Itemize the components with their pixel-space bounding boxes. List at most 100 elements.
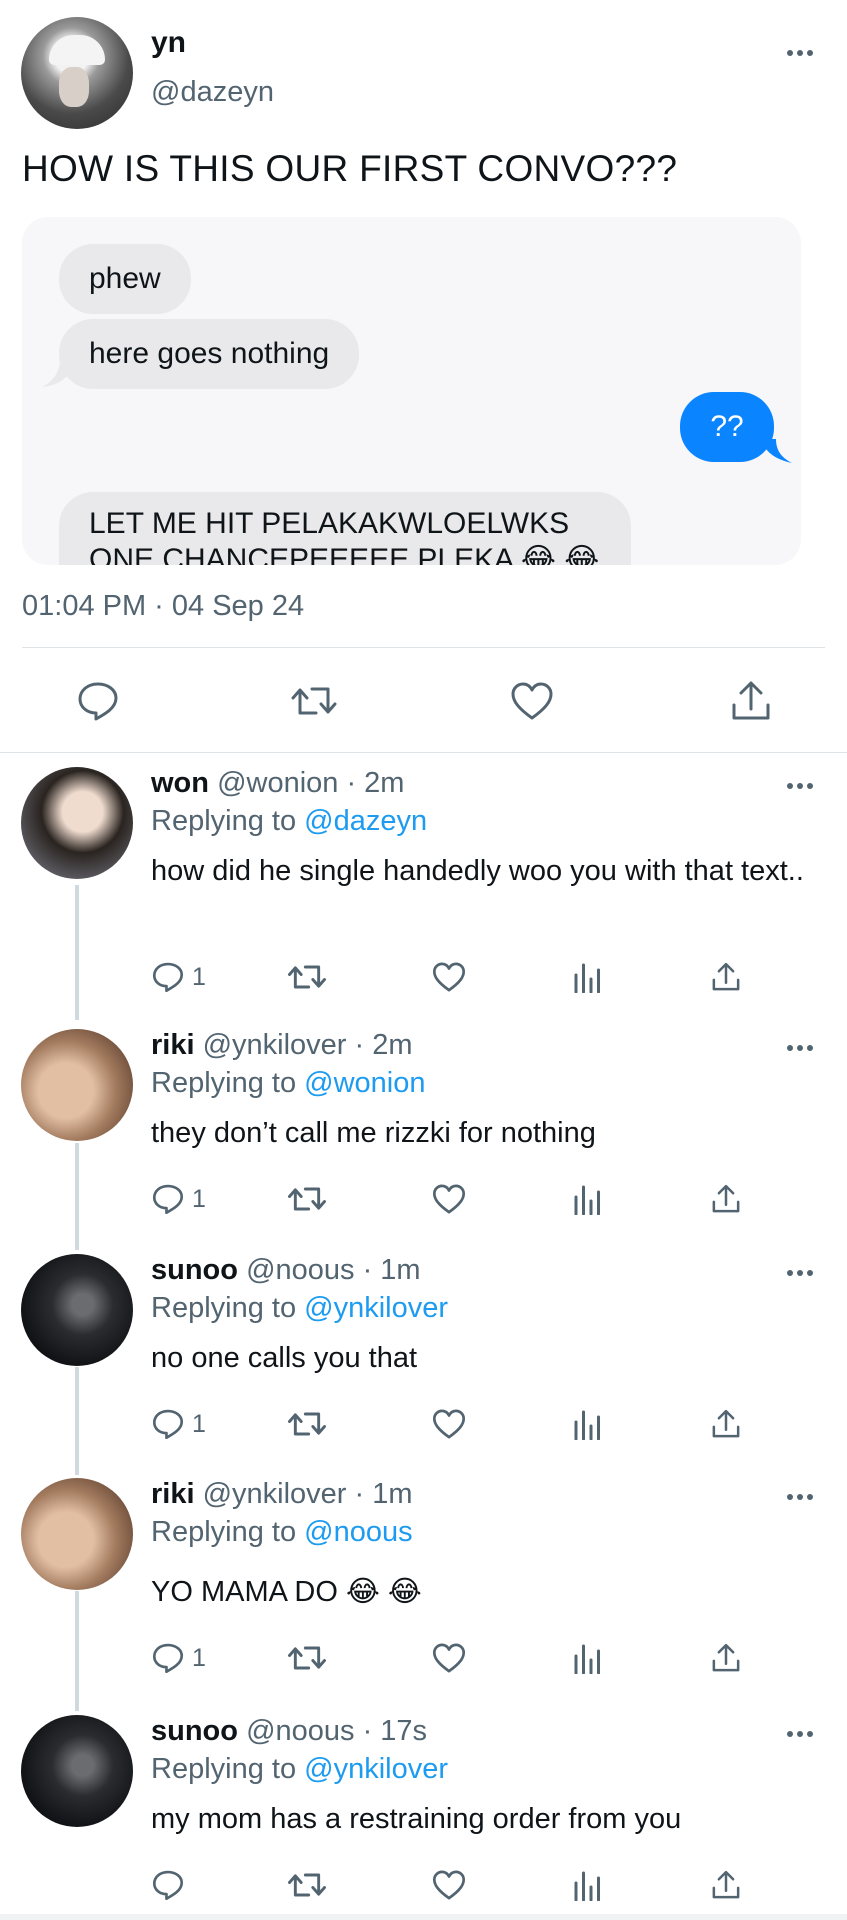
reply-icon — [152, 962, 184, 993]
more-options-icon[interactable] — [787, 1492, 817, 1502]
more-options-icon[interactable] — [787, 1043, 817, 1053]
more-options-icon[interactable] — [787, 1268, 817, 1278]
replying-mention-link[interactable]: @noous — [304, 1516, 412, 1548]
retweet-icon — [288, 965, 326, 989]
chat-message-text: here goes nothing — [89, 337, 330, 370]
share-button[interactable] — [711, 1404, 741, 1444]
share-icon — [712, 1409, 740, 1438]
share-icon[interactable] — [730, 679, 772, 723]
reply-handle-time[interactable]: @ynkilover · 2m — [203, 1029, 413, 1061]
retweet-button[interactable] — [287, 1865, 327, 1905]
bubble-tail-icon — [762, 439, 792, 463]
reply-action-bar — [0, 1865, 847, 1905]
like-button[interactable] — [432, 957, 466, 997]
like-button[interactable] — [432, 1179, 466, 1219]
analytics-icon — [574, 963, 600, 993]
reply-button[interactable]: 1 — [152, 957, 206, 997]
share-button[interactable] — [711, 1865, 741, 1905]
tweet-timestamp[interactable]: 01:04 PM · 04 Sep 24 — [22, 590, 304, 623]
analytics-button[interactable] — [572, 1179, 602, 1219]
reply-handle-time[interactable]: @noous · 1m — [246, 1254, 421, 1286]
reply-handle-time[interactable]: @wonion · 2m — [217, 767, 404, 799]
replying-mention-link[interactable]: @ynkilover — [304, 1753, 448, 1785]
replying-label: Replying to — [151, 1516, 297, 1548]
retweet-icon[interactable] — [290, 683, 338, 719]
bubble-tail-icon — [42, 363, 74, 387]
share-icon — [712, 1643, 740, 1672]
share-icon — [712, 1184, 740, 1213]
reply-action-bar: 1 — [0, 957, 847, 997]
reply-button[interactable]: 1 — [152, 1404, 206, 1444]
more-options-icon[interactable] — [787, 1729, 817, 1739]
reply-action-bar: 1 — [0, 1638, 847, 1678]
retweet-button[interactable] — [287, 957, 327, 997]
reply-text: no one calls you that — [151, 1342, 418, 1374]
more-options-icon[interactable] — [787, 48, 817, 58]
avatar[interactable] — [21, 1029, 133, 1141]
reply-text: my mom has a restraining order from you — [151, 1803, 682, 1835]
reply-author-name[interactable]: sunoo — [151, 1715, 238, 1747]
reply-button[interactable]: 1 — [152, 1179, 206, 1219]
retweet-button[interactable] — [287, 1404, 327, 1444]
like-button[interactable] — [432, 1865, 466, 1905]
like-button[interactable] — [432, 1404, 466, 1444]
reply-icon — [152, 1184, 184, 1215]
share-button[interactable] — [711, 1179, 741, 1219]
divider — [22, 647, 825, 648]
analytics-button[interactable] — [572, 1638, 602, 1678]
reply-count: 1 — [192, 1643, 206, 1672]
replying-mention-link[interactable]: @wonion — [304, 1067, 425, 1099]
reply-handle-time[interactable]: @noous · 17s — [246, 1715, 427, 1747]
reply-button[interactable] — [152, 1865, 192, 1905]
retweet-icon — [288, 1187, 326, 1211]
reply-author-name[interactable]: riki — [151, 1029, 195, 1061]
reply-text: YO MAMA DO 😂 😂 — [151, 1576, 422, 1608]
chat-screenshot-image[interactable]: phew here goes nothing ?? LET ME HIT PEL… — [22, 217, 801, 565]
analytics-button[interactable] — [572, 957, 602, 997]
retweet-icon — [288, 1873, 326, 1897]
reply-author-name[interactable]: riki — [151, 1478, 195, 1510]
reply-action-bar: 1 — [0, 1179, 847, 1219]
share-button[interactable] — [711, 1638, 741, 1678]
retweet-icon — [288, 1646, 326, 1670]
avatar[interactable] — [21, 1715, 133, 1827]
avatar[interactable] — [21, 767, 133, 879]
reply-count: 1 — [192, 962, 206, 991]
more-options-icon[interactable] — [787, 781, 817, 791]
like-icon — [432, 962, 466, 992]
chat-bubble-received: here goes nothing — [59, 319, 360, 389]
like-icon — [432, 1184, 466, 1214]
replying-mention-link[interactable]: @ynkilover — [304, 1292, 448, 1324]
reply-author-name[interactable]: sunoo — [151, 1254, 238, 1286]
replying-label: Replying to — [151, 1292, 297, 1324]
chat-bubble-sent: ?? — [680, 392, 774, 462]
replying-label: Replying to — [151, 1753, 297, 1785]
avatar[interactable] — [21, 17, 133, 129]
reply-button[interactable]: 1 — [152, 1638, 206, 1678]
author-handle[interactable]: @dazeyn — [151, 76, 274, 109]
replying-label: Replying to — [151, 805, 297, 837]
like-icon — [432, 1870, 466, 1900]
reply-action-bar: 1 — [0, 1404, 847, 1444]
reply-handle-time[interactable]: @ynkilover · 1m — [203, 1478, 413, 1510]
like-icon[interactable] — [510, 681, 554, 721]
analytics-icon — [574, 1644, 600, 1674]
author-name[interactable]: yn — [151, 26, 186, 60]
share-button[interactable] — [711, 957, 741, 997]
reply-text: how did he single handedly woo you with … — [151, 855, 804, 887]
divider — [0, 1914, 847, 1920]
analytics-button[interactable] — [572, 1404, 602, 1444]
replying-mention-link[interactable]: @dazeyn — [304, 805, 427, 837]
reply-icon[interactable] — [77, 681, 119, 721]
retweet-button[interactable] — [287, 1179, 327, 1219]
reply-author-name[interactable]: won — [151, 767, 209, 799]
avatar[interactable] — [21, 1478, 133, 1590]
like-icon — [432, 1643, 466, 1673]
retweet-button[interactable] — [287, 1638, 327, 1678]
reply-icon — [152, 1870, 184, 1901]
analytics-button[interactable] — [572, 1865, 602, 1905]
chat-bubble-received: LET ME HIT PELAKAKWLOELWKS ONE CHANCEPEE… — [59, 492, 631, 565]
like-button[interactable] — [432, 1638, 466, 1678]
avatar[interactable] — [21, 1254, 133, 1366]
replying-label: Replying to — [151, 1067, 297, 1099]
